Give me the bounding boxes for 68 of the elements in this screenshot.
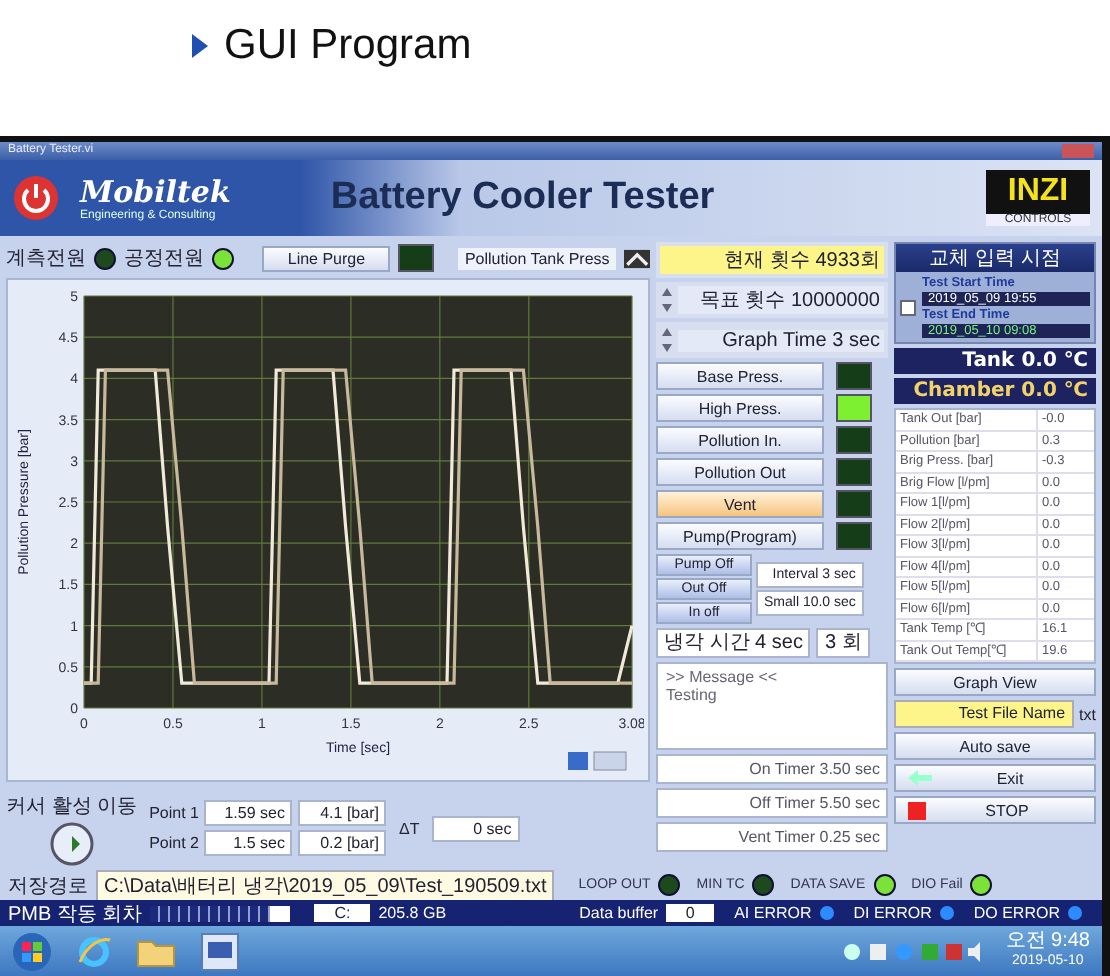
count-spinner[interactable]: 목표 횟수 10000000: [678, 286, 884, 314]
valve-button[interactable]: Pollution Out: [656, 458, 824, 486]
graph-view-button[interactable]: Graph View: [894, 668, 1096, 696]
arrow-left-icon: [908, 770, 932, 786]
tray-icons[interactable]: [841, 941, 982, 961]
cursor-label: 커서 활성 이동: [6, 793, 138, 819]
cursor-knob[interactable]: [49, 821, 94, 865]
error-label: AI ERROR: [734, 904, 812, 922]
delta-label: ΔT: [398, 819, 420, 837]
indicator-label: 계측전원: [6, 246, 86, 272]
stop-square-icon: [908, 801, 926, 819]
count-display: 현재 횟수 4933회: [660, 246, 884, 274]
file-name-field[interactable]: Test File Name: [894, 700, 1074, 728]
spinner-icon[interactable]: [660, 326, 674, 354]
temperature-display: Chamber 0.0 ℃: [894, 378, 1096, 404]
brand-logo: Mobiltek: [80, 174, 231, 210]
indicator-label: 공정전원: [124, 246, 204, 272]
drive-dropdown[interactable]: C:: [314, 904, 371, 922]
buffer-label: Data buffer: [579, 904, 659, 922]
timer-field[interactable]: Off Timer 5.50 sec: [656, 788, 888, 818]
free-space: 205.8 GB: [378, 904, 447, 922]
point-label: Point 2: [149, 834, 199, 852]
schedule-checkbox[interactable]: [900, 299, 916, 315]
buffer-field: 0: [666, 904, 715, 922]
path-label: 저장경로: [8, 873, 88, 899]
point-time-field[interactable]: 1.5 sec: [204, 830, 293, 856]
exit-button[interactable]: Exit: [894, 764, 1096, 792]
stop-button[interactable]: STOP: [894, 796, 1096, 824]
triangle-bullet-icon: [192, 34, 208, 58]
delta-field[interactable]: 0 sec: [431, 815, 520, 841]
setting-field[interactable]: 냉각 시간 4 sec: [656, 628, 811, 658]
globe-icon[interactable]: [76, 933, 112, 969]
valve-button[interactable]: Vent: [656, 490, 824, 518]
slide-title: GUI Program: [224, 22, 472, 70]
error-label: DO ERROR: [973, 904, 1060, 922]
clock-time: 오전 9:48: [1005, 931, 1090, 951]
spinner-icon[interactable]: [660, 286, 674, 314]
line-purge-button[interactable]: Line Purge: [262, 245, 391, 271]
tank-press-label: Pollution Tank Press: [458, 247, 616, 269]
app-title: Battery Cooler Tester: [330, 176, 715, 220]
save-path-field[interactable]: C:\Data\배터리 냉각\2019_05_09\Test_190509.txt: [96, 869, 555, 901]
schedule-title: 교체 입력 시점: [896, 244, 1094, 272]
message-text: Testing: [666, 686, 719, 704]
valve-button[interactable]: Pump(Program): [656, 522, 824, 550]
count-label: PMB 작동 회차: [8, 901, 143, 927]
save-mode-dropdown[interactable]: Auto save: [894, 732, 1096, 760]
valve-button[interactable]: Pollution In.: [656, 426, 824, 454]
partner-logo: INZI: [986, 170, 1090, 214]
temperature-display: Tank 0.0 ℃: [894, 348, 1096, 374]
timer-field[interactable]: On Timer 3.50 sec: [656, 754, 888, 784]
setting-field[interactable]: 3 회: [816, 628, 870, 658]
point-value-field[interactable]: 4.1 [bar]: [298, 800, 387, 826]
start-icon[interactable]: [12, 931, 52, 971]
timer-field[interactable]: Vent Timer 0.25 sec: [656, 822, 888, 852]
message-title: >> Message <<: [666, 668, 780, 686]
graph-tools-icon[interactable]: [568, 751, 627, 771]
point-value-field[interactable]: 0.2 [bar]: [298, 830, 387, 856]
point-label: Point 1: [149, 804, 199, 822]
count-spinner[interactable]: Graph Time 3 sec: [678, 329, 884, 351]
error-label: DI ERROR: [853, 904, 932, 922]
file-extension: txt: [1079, 705, 1096, 723]
app-icon[interactable]: [200, 931, 240, 971]
valve-button[interactable]: Base Press.: [656, 362, 824, 390]
valve-button[interactable]: High Press.: [656, 394, 824, 422]
caret-up-icon[interactable]: [623, 247, 650, 269]
folder-icon[interactable]: [136, 935, 176, 967]
point-time-field[interactable]: 1.59 sec: [204, 800, 293, 826]
power-icon[interactable]: [12, 174, 60, 222]
